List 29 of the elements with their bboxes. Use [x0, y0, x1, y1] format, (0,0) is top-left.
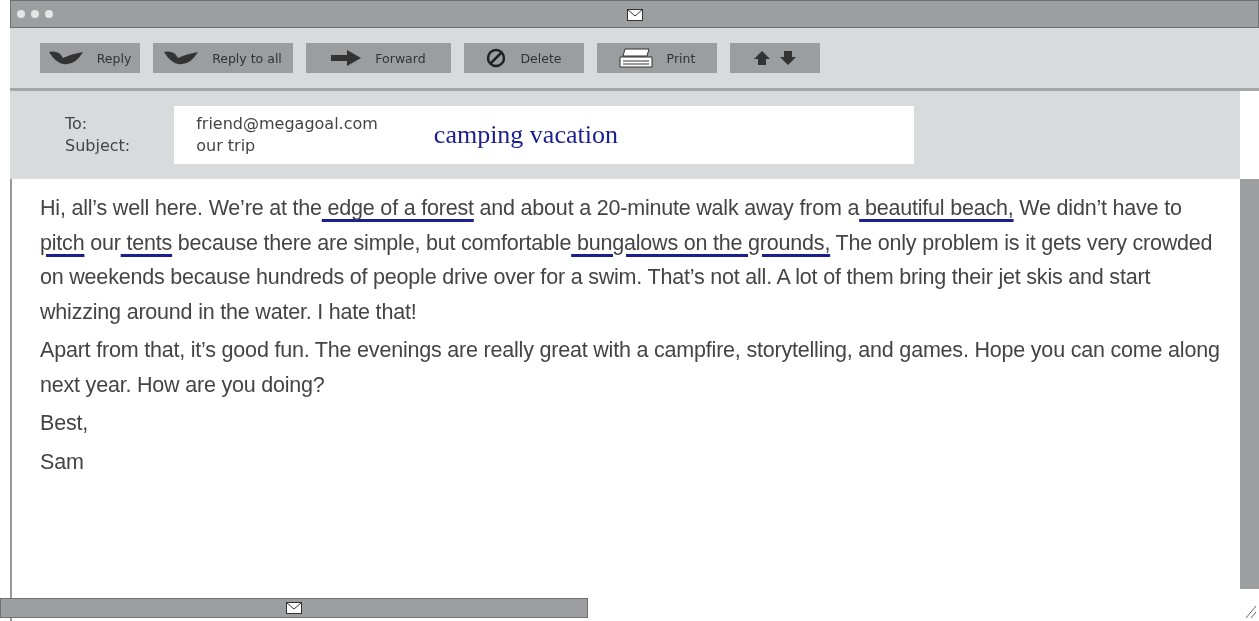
toolbar-button[interactable]: Reply to all	[153, 43, 293, 73]
to-label: To:	[65, 114, 89, 134]
toolbar-button[interactable]: Reply	[40, 43, 140, 73]
message-paragraph: Hi, all’s well here. We’re at the edge of a forest and about a 20-minute walk away from a beautiful beach, We didn’t have to pitch our tents because there are simple, but comfortable bungalows on the grounds, The only problem is it gets very crowded on weekends because hundreds of people drive over for a swim. That’s not all. A lot of them bring their jet skis and start whizzing around in the water. I hate that!	[40, 195, 1214, 326]
reply-all-icon	[164, 50, 199, 66]
message-paragraph: Sam	[40, 448, 85, 476]
right-arrow-icon	[331, 50, 362, 66]
recipient-address: friend@megagoal.com	[196, 114, 378, 134]
window-dot[interactable]	[31, 10, 39, 18]
reply-icon	[48, 50, 83, 66]
subject-text: our trip	[196, 136, 257, 156]
address-field[interactable]: friend@megagoal.com our trip camping vacation	[174, 106, 915, 164]
navigation-button[interactable]	[730, 43, 820, 73]
scrollbar[interactable]	[1240, 179, 1259, 589]
toolbar-button[interactable]: Print	[597, 43, 717, 73]
subject-label: Subject:	[65, 136, 131, 156]
envelope-icon	[286, 602, 302, 614]
prohibited-icon	[486, 48, 507, 68]
message-paragraph: Best,	[40, 410, 89, 437]
window-dot[interactable]	[17, 10, 25, 18]
window-dot[interactable]	[45, 10, 53, 18]
toolbar-button[interactable]: Delete	[464, 43, 584, 73]
handwritten-note: camping vacation	[433, 120, 618, 150]
message-paragraph: Apart from that, it’s good fun. The evenings are really great with a campfire, storytelling, and games. Hope you can come along next year. How are you doing?	[40, 337, 1220, 399]
envelope-icon	[626, 9, 643, 21]
printer-icon	[618, 48, 653, 68]
toolbar-button[interactable]: Forward	[306, 43, 451, 73]
resize-handle[interactable]	[1245, 605, 1257, 619]
up-down-arrows-icon	[754, 50, 796, 66]
